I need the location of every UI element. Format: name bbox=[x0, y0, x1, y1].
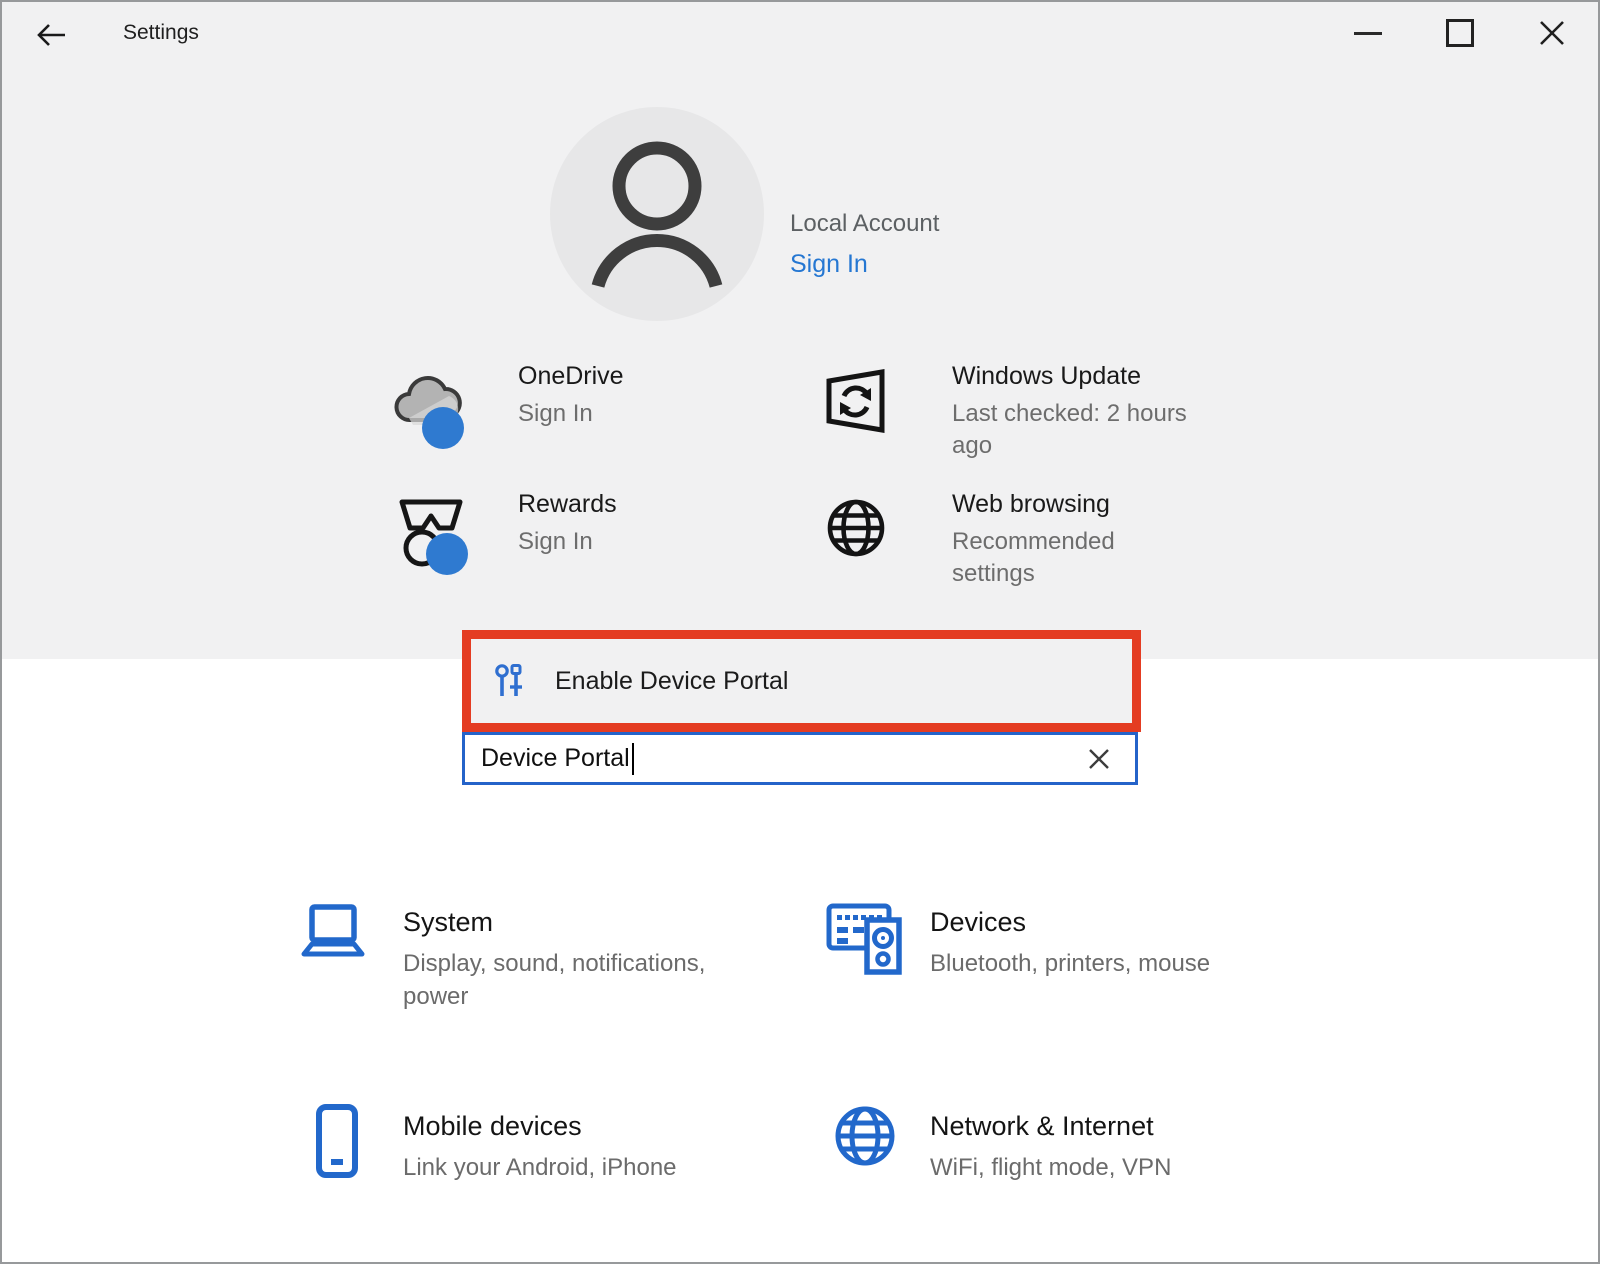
category-subtitle: Display, sound, notifications, power bbox=[403, 947, 713, 1013]
quick-text-rewards: Rewards Sign In bbox=[518, 486, 763, 558]
quick-title: Rewards bbox=[518, 486, 763, 523]
phone-icon bbox=[315, 1103, 359, 1179]
window-controls bbox=[1322, 2, 1598, 66]
category-text-network-internet: Network & Internet WiFi, flight mode, VP… bbox=[930, 1107, 1290, 1184]
header-background bbox=[2, 2, 1598, 659]
account-info: Local Account Sign In bbox=[790, 210, 939, 279]
quick-text-web-browsing: Web browsing Recommended settings bbox=[952, 486, 1197, 590]
clear-search-button[interactable] bbox=[1081, 741, 1117, 777]
category-title: Mobile devices bbox=[403, 1107, 763, 1145]
close-icon bbox=[1538, 19, 1566, 47]
page-title: Settings bbox=[123, 21, 199, 45]
search-suggestion-enable-device-portal[interactable]: Enable Device Portal bbox=[471, 639, 1132, 723]
quick-title: OneDrive bbox=[518, 358, 763, 395]
quick-subtitle: Recommended settings bbox=[952, 526, 1197, 590]
quick-text-windows-update: Windows Update Last checked: 2 hours ago bbox=[952, 358, 1197, 462]
quick-title: Windows Update bbox=[952, 358, 1197, 395]
account-sign-in-link[interactable]: Sign In bbox=[790, 250, 939, 279]
avatar bbox=[550, 107, 764, 321]
developer-tools-icon bbox=[493, 663, 525, 699]
category-subtitle: WiFi, flight mode, VPN bbox=[930, 1151, 1290, 1184]
quick-text-onedrive: OneDrive Sign In bbox=[518, 358, 763, 430]
close-button[interactable] bbox=[1506, 2, 1598, 64]
quick-subtitle: Sign In bbox=[518, 398, 763, 430]
keyboard-speaker-icon bbox=[826, 894, 902, 976]
annotation-highlight: Enable Device Portal bbox=[462, 630, 1141, 732]
settings-window: Settings Local Account Sign In OneDrive bbox=[0, 0, 1600, 1264]
laptop-icon bbox=[300, 904, 366, 964]
category-subtitle: Bluetooth, printers, mouse bbox=[930, 947, 1290, 980]
windows-update-icon bbox=[822, 368, 888, 434]
globe-icon bbox=[832, 1103, 898, 1169]
category-title: Devices bbox=[930, 903, 1290, 941]
category-title: System bbox=[403, 903, 713, 941]
minimize-button[interactable] bbox=[1322, 2, 1414, 64]
search-input-value: Device Portal bbox=[481, 744, 630, 773]
text-caret bbox=[632, 743, 634, 775]
suggestion-label: Enable Device Portal bbox=[555, 667, 788, 696]
rewards-medal-icon bbox=[392, 494, 476, 578]
onedrive-cloud-icon bbox=[388, 368, 472, 450]
clear-x-icon bbox=[1087, 747, 1111, 771]
category-text-devices: Devices Bluetooth, printers, mouse bbox=[930, 903, 1290, 980]
maximize-button[interactable] bbox=[1414, 2, 1506, 64]
category-text-system: System Display, sound, notifications, po… bbox=[403, 903, 713, 1013]
category-title: Network & Internet bbox=[930, 1107, 1290, 1145]
category-subtitle: Link your Android, iPhone bbox=[403, 1151, 763, 1184]
back-button[interactable] bbox=[30, 14, 74, 56]
quick-subtitle: Sign In bbox=[518, 526, 763, 558]
globe-icon bbox=[824, 496, 888, 560]
quick-subtitle: Last checked: 2 hours ago bbox=[952, 398, 1197, 462]
back-arrow-icon bbox=[34, 19, 70, 51]
category-text-mobile-devices: Mobile devices Link your Android, iPhone bbox=[403, 1107, 763, 1184]
search-input[interactable]: Device Portal bbox=[462, 732, 1138, 785]
person-icon bbox=[582, 134, 732, 294]
quick-title: Web browsing bbox=[952, 486, 1197, 523]
minimize-icon bbox=[1354, 32, 1382, 35]
account-name: Local Account bbox=[790, 210, 939, 238]
maximize-icon bbox=[1446, 19, 1474, 47]
